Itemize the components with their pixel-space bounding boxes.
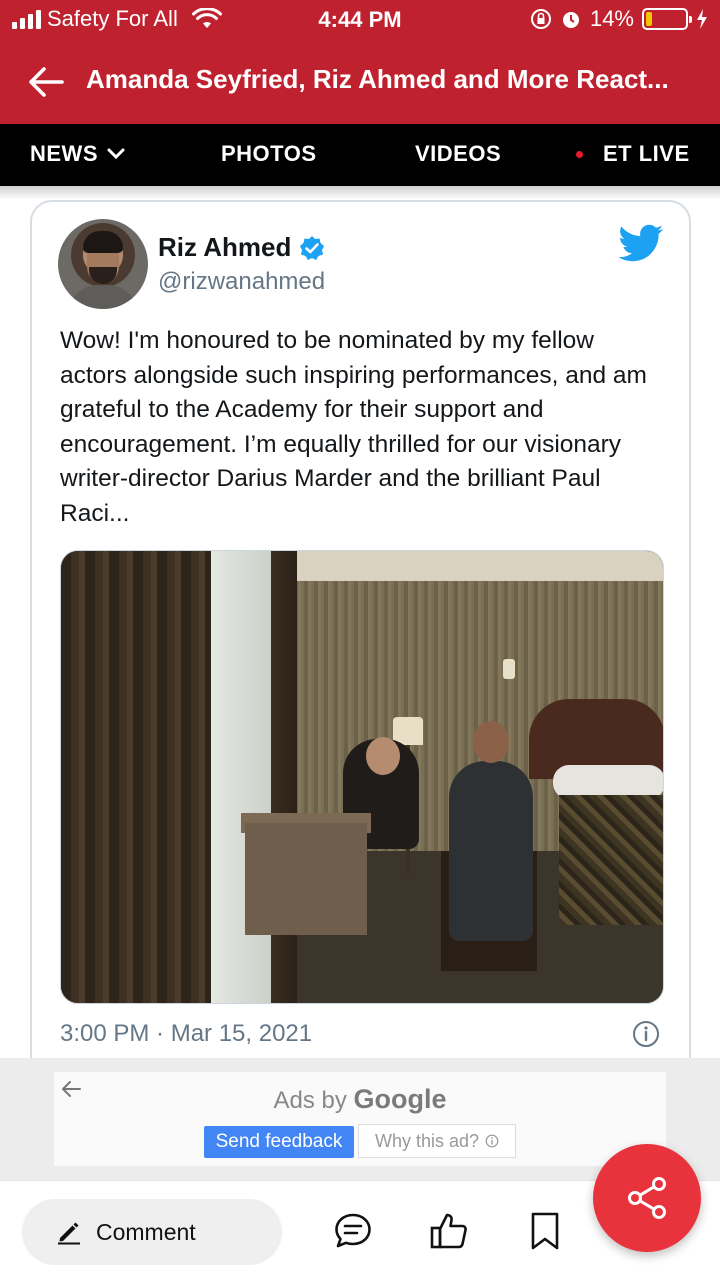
why-this-ad-label: Why this ad?: [374, 1130, 480, 1151]
tweet-text: Wow! I'm honoured to be nominated by my …: [60, 327, 647, 527]
verified-badge-icon: [300, 235, 325, 260]
alarm-icon: [562, 12, 579, 28]
comment-button[interactable]: Comment: [22, 1199, 282, 1265]
thumbs-up-icon[interactable]: [429, 1211, 469, 1251]
info-icon: [485, 1134, 499, 1148]
pencil-icon: [58, 1222, 80, 1245]
nav-photos-label: PHOTOS: [221, 141, 317, 166]
article-title: Amanda Seyfried, Riz Ahmed and More Reac…: [86, 64, 669, 94]
author-name: Riz Ahmed: [158, 232, 292, 262]
nav-et-live-label: ET LIVE: [603, 141, 690, 166]
rotation-lock-icon: [530, 9, 551, 29]
chat-bubble-icon[interactable]: [333, 1211, 373, 1251]
chevron-down-icon: [107, 148, 125, 160]
why-this-ad-button[interactable]: Why this ad?: [358, 1124, 516, 1158]
share-button[interactable]: [593, 1144, 701, 1252]
share-icon: [628, 1177, 666, 1219]
bookmark-icon[interactable]: [525, 1211, 565, 1251]
send-feedback-button[interactable]: Send feedback: [204, 1126, 354, 1158]
section-nav: NEWS PHOTOS VIDEOS ET LIVE: [0, 124, 720, 186]
app-bar: Amanda Seyfried, Riz Ahmed and More Reac…: [0, 40, 720, 124]
nav-news[interactable]: NEWS: [30, 141, 126, 167]
author-handle[interactable]: @rizwanahmed: [158, 268, 325, 296]
info-icon[interactable]: [632, 1020, 660, 1048]
status-right: 14%: [530, 6, 708, 32]
nav-news-label: NEWS: [30, 141, 98, 166]
article-content: Riz Ahmed @rizwanahmed Wow! I'm honoured…: [0, 186, 720, 1058]
live-dot-icon: [576, 150, 583, 158]
battery-icon: [642, 8, 692, 30]
charging-bolt-icon: [697, 9, 707, 29]
status-bar: Safety For All 4:44 PM 14%: [0, 0, 720, 40]
google-logo: Google: [353, 1084, 447, 1114]
battery-percent: 14%: [589, 6, 634, 31]
tweet-author[interactable]: Riz Ahmed: [158, 232, 325, 263]
nav-photos[interactable]: PHOTOS: [221, 141, 317, 167]
embedded-tweet[interactable]: Riz Ahmed @rizwanahmed Wow! I'm honoured…: [30, 200, 691, 1058]
ads-by-google: Ads by Google: [54, 1084, 666, 1115]
ad-container: Ads by Google Send feedback Why this ad?: [54, 1072, 666, 1166]
comment-label: Comment: [96, 1218, 196, 1245]
nav-et-live[interactable]: ET LIVE: [576, 141, 690, 167]
ads-by-label: Ads by: [273, 1087, 347, 1114]
nav-videos-label: VIDEOS: [415, 141, 502, 166]
screen: Safety For All 4:44 PM 14% Amanda Seyfri…: [0, 0, 720, 1280]
tweet-photo[interactable]: [60, 550, 664, 1004]
twitter-bird-icon[interactable]: [618, 224, 664, 264]
tweet-timestamp[interactable]: 3:00 PM · Mar 15, 2021: [60, 1020, 312, 1048]
avatar[interactable]: [58, 219, 148, 309]
battery-fill: [646, 12, 652, 26]
arrow-left-icon[interactable]: [26, 62, 66, 102]
nav-videos[interactable]: VIDEOS: [415, 141, 501, 167]
